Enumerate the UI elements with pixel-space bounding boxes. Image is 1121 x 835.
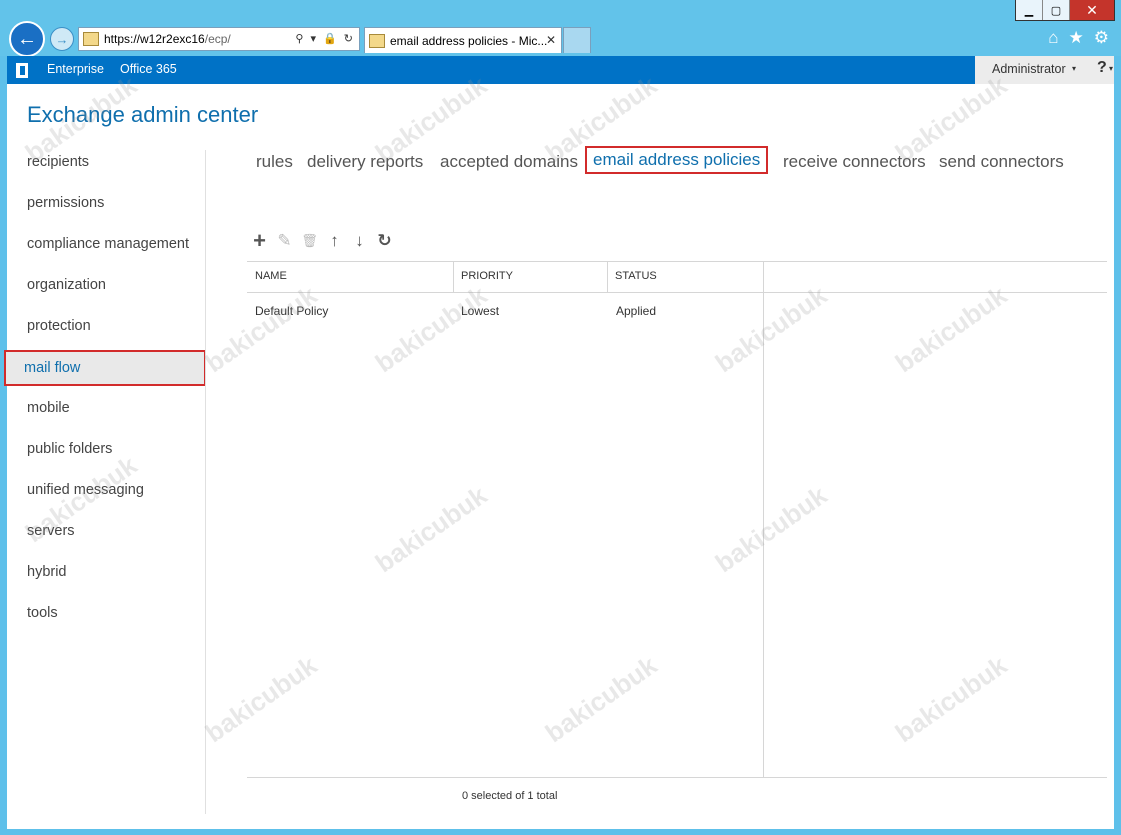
details-pane-divider <box>763 262 764 778</box>
new-tab-button[interactable] <box>563 27 591 53</box>
nav-item-mail-flow[interactable]: mail flow <box>4 350 206 386</box>
url-host: https://w12r2exc16 <box>104 32 205 46</box>
tab-close-icon[interactable]: ✕ <box>546 33 556 47</box>
user-area: Administrator ▾ ? ▾ <box>975 56 1114 84</box>
nav-item-public-folders[interactable]: public folders <box>7 431 207 467</box>
window-controls: ▁ ▢ ✕ <box>1015 0 1115 21</box>
nav-item-unified-messaging[interactable]: unified messaging <box>7 472 207 508</box>
forward-button[interactable]: → <box>50 27 74 51</box>
gear-icon[interactable]: ⚙ <box>1094 28 1109 48</box>
favorites-star-icon[interactable]: ★ <box>1069 28 1084 48</box>
url-path: /ecp/ <box>204 32 231 46</box>
column-header-status[interactable]: STATUS <box>607 262 763 293</box>
browser-chrome: ▁ ▢ ✕ ← → https://w12r2exc16/ecp/ ⚲ ▾ 🔒 … <box>0 0 1121 57</box>
refresh-icon[interactable]: ↻ <box>372 231 397 251</box>
page-title: Exchange admin center <box>27 102 259 127</box>
address-bar[interactable]: https://w12r2exc16/ecp/ ⚲ ▾ 🔒 ↻ <box>78 27 360 51</box>
tab-accepted-domains[interactable]: accepted domains <box>440 152 578 172</box>
arrow-right-icon: → <box>55 31 69 47</box>
browser-tab[interactable]: email address policies - Mic... ✕ <box>364 27 562 53</box>
close-button[interactable]: ✕ <box>1070 0 1114 20</box>
site-favicon-icon <box>83 32 99 46</box>
maximize-button[interactable]: ▢ <box>1043 0 1070 20</box>
cell-name: Default Policy <box>255 304 329 318</box>
nav-item-tools[interactable]: tools <box>7 595 207 631</box>
chevron-down-icon[interactable]: ▾ <box>1072 64 1076 73</box>
edit-icon[interactable]: ✎ <box>272 231 297 251</box>
nav-item-organization[interactable]: organization <box>7 267 207 303</box>
nav-item-hybrid[interactable]: hybrid <box>7 554 207 590</box>
toolbar: + ✎ 🗑 ↑ ↓ ↻ <box>247 228 397 253</box>
arrow-left-icon: ← <box>17 27 37 50</box>
back-button[interactable]: ← <box>9 21 45 57</box>
add-icon[interactable]: + <box>247 228 272 253</box>
cell-status: Applied <box>616 304 657 318</box>
help-icon[interactable]: ? <box>1097 59 1107 77</box>
nav-item-mobile[interactable]: mobile <box>7 390 207 426</box>
office-logo-icon[interactable] <box>7 56 37 84</box>
user-menu[interactable]: Administrator <box>992 62 1066 76</box>
tab-title: email address policies - Mic... <box>390 33 548 48</box>
address-tools-icons[interactable]: ⚲ ▾ 🔒 ↻ <box>295 32 355 45</box>
tab-favicon-icon <box>369 33 385 48</box>
policies-table: NAME PRIORITY STATUS Default Policy Lowe… <box>247 261 1107 778</box>
table-bottom-line <box>247 777 1107 778</box>
nav-item-permissions[interactable]: permissions <box>7 185 207 221</box>
nav-item-servers[interactable]: servers <box>7 513 207 549</box>
move-up-icon[interactable]: ↑ <box>322 231 347 251</box>
nav-item-recipients[interactable]: recipients <box>7 144 207 180</box>
column-header-priority[interactable]: PRIORITY <box>453 262 607 293</box>
selection-count: 0 selected of 1 total <box>462 790 558 802</box>
enterprise-link[interactable]: Enterprise <box>47 62 104 76</box>
office365-link[interactable]: Office 365 <box>120 62 177 76</box>
home-icon[interactable]: ⌂ <box>1048 28 1058 48</box>
nav-item-protection[interactable]: protection <box>7 308 207 344</box>
delete-icon[interactable]: 🗑 <box>297 231 322 251</box>
header-line <box>763 292 1107 293</box>
tab-send-connectors[interactable]: send connectors <box>939 152 1064 172</box>
cell-priority: Lowest <box>461 304 500 318</box>
nav-divider <box>205 150 206 814</box>
minimize-button[interactable]: ▁ <box>1016 0 1043 20</box>
browser-icons: ⌂ ★ ⚙ <box>1048 28 1109 48</box>
move-down-icon[interactable]: ↓ <box>347 231 372 251</box>
nav-item-compliance-management[interactable]: compliance management <box>7 226 207 262</box>
o365-topbar: Enterprise Office 365 Administrator ▾ ? … <box>7 56 1114 84</box>
eac-page: Exchange admin center recipients permiss… <box>4 70 1114 829</box>
tab-rules[interactable]: rules <box>256 152 293 172</box>
column-header-name[interactable]: NAME <box>247 262 453 293</box>
tab-receive-connectors[interactable]: receive connectors <box>783 152 926 172</box>
tab-delivery-reports[interactable]: delivery reports <box>307 152 423 172</box>
tab-email-address-policies[interactable]: email address policies <box>585 146 769 174</box>
chevron-down-icon[interactable]: ▾ <box>1109 64 1113 73</box>
